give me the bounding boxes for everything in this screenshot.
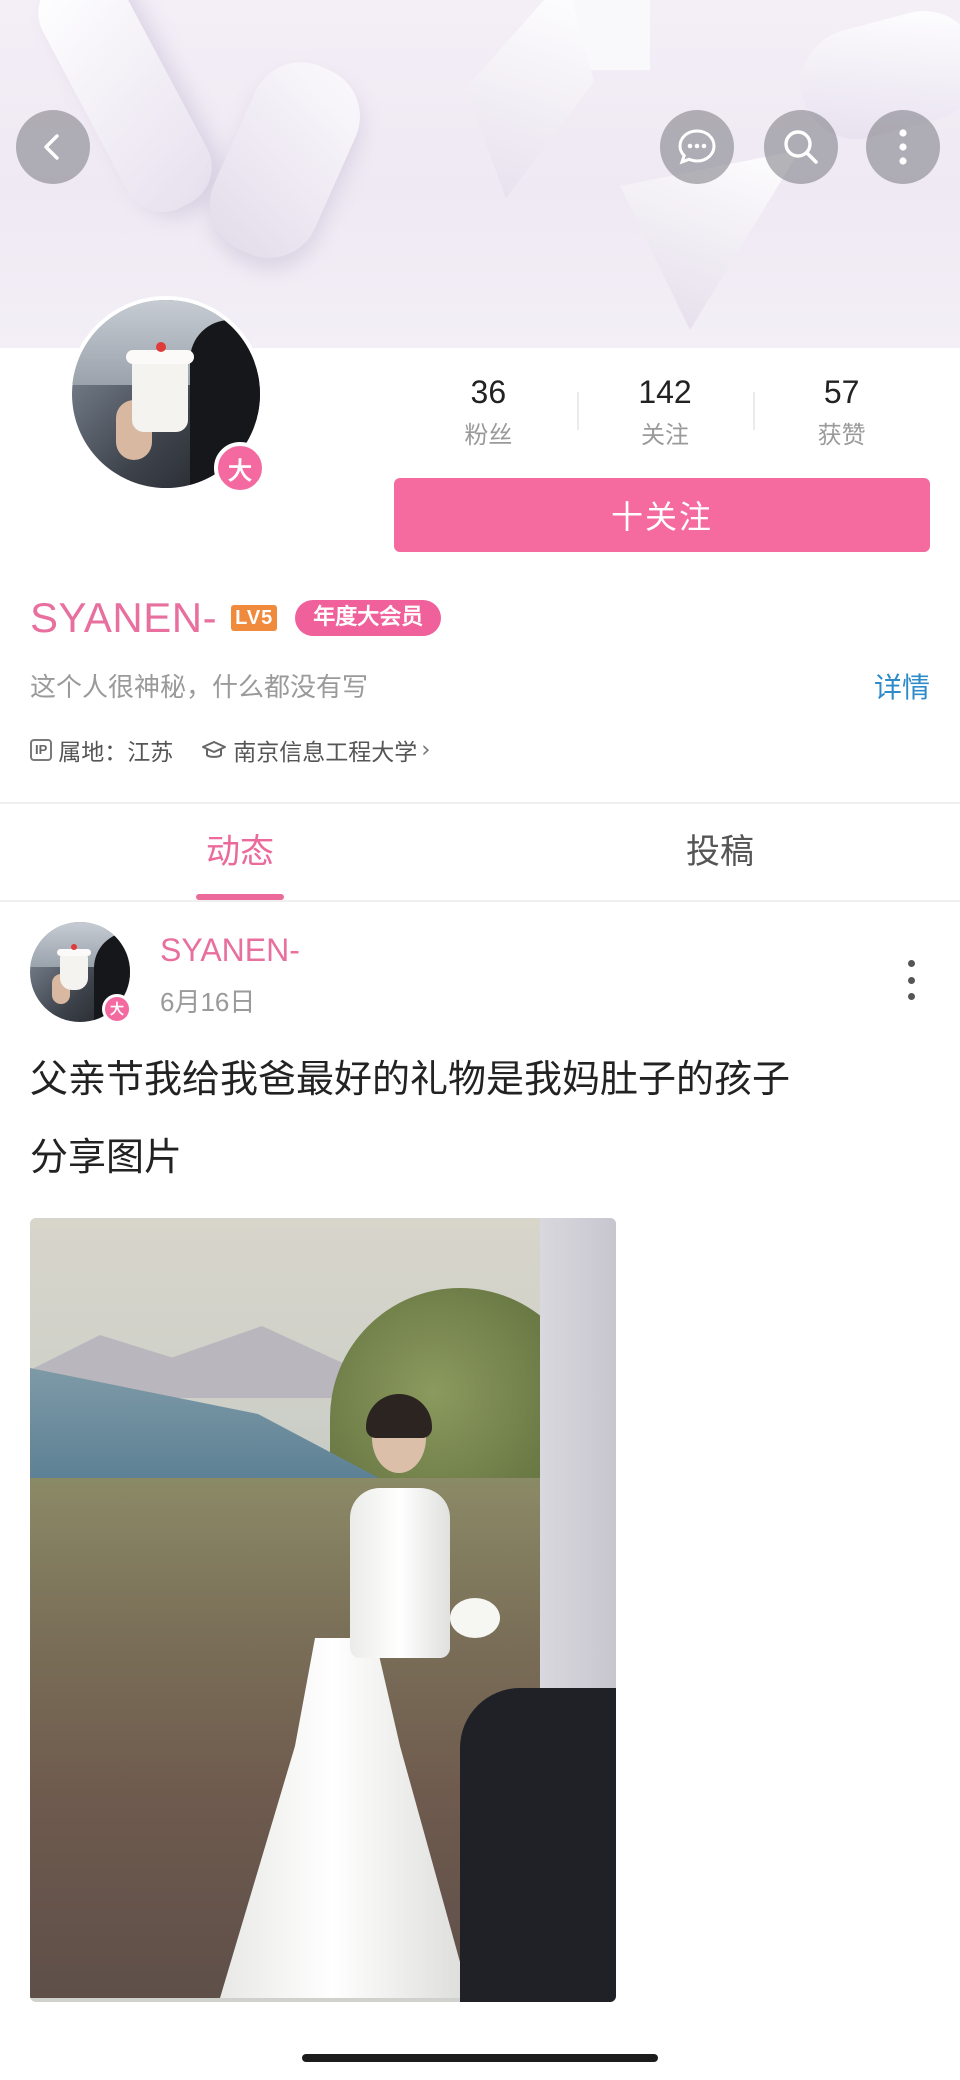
message-button[interactable] — [660, 110, 734, 184]
stat-value: 36 — [470, 374, 507, 410]
post-subtext: 分享图片 — [30, 1135, 183, 1179]
level-badge: LV5 — [231, 605, 278, 631]
post-more-button[interactable] — [896, 960, 926, 1000]
stat-label: 关注 — [641, 421, 689, 449]
graduation-cap-icon — [202, 741, 227, 758]
stat-label: 获赞 — [817, 421, 866, 449]
back-arrow-icon — [44, 134, 59, 160]
ip-location: 属地：江苏 — [58, 740, 174, 766]
profile-avatar[interactable]: 大 — [68, 296, 266, 494]
more-dot — [907, 960, 915, 967]
post-date: 6月16日 — [160, 987, 256, 1017]
follow-button[interactable]: 十关注 — [394, 478, 930, 552]
tab-label: 动态 — [206, 832, 274, 872]
chat-bubble-icon — [678, 129, 716, 165]
post-text: 父亲节我给我爸最好的礼物是我妈肚子的孩子 — [30, 1057, 791, 1101]
more-options-button[interactable] — [866, 110, 940, 184]
more-dot — [907, 993, 915, 1000]
stat-likes[interactable]: 57 获赞 — [753, 368, 930, 458]
tab-dynamics[interactable]: 动态 — [0, 804, 480, 900]
vip-avatar-badge: 大 — [214, 442, 266, 494]
stat-label: 粉丝 — [464, 421, 513, 449]
vip-badge[interactable]: 年度大会员 — [295, 600, 442, 636]
profile-info-row: IP 属地：江苏 南京信息工程大学 › — [30, 732, 431, 768]
detail-link[interactable]: 详情 — [874, 668, 930, 708]
stat-following[interactable]: 142 关注 — [576, 368, 754, 458]
bio-text: 这个人很神秘，什么都没有写 — [30, 673, 369, 703]
back-button[interactable] — [16, 110, 90, 184]
profile-stats: 36 粉丝 142 关注 57 获赞 — [400, 368, 930, 458]
stat-fans[interactable]: 36 粉丝 — [400, 368, 577, 458]
search-icon — [784, 130, 818, 164]
post-image[interactable] — [30, 1218, 616, 2002]
school-link[interactable]: 南京信息工程大学 — [233, 733, 417, 767]
post-author-avatar[interactable]: 大 — [30, 922, 132, 1024]
tab-submissions[interactable]: 投稿 — [480, 804, 960, 900]
username-row: SYANEN- LV5 年度大会员 — [30, 588, 442, 648]
more-vertical-icon — [899, 129, 907, 165]
tab-label: 投稿 — [686, 832, 754, 872]
search-button[interactable] — [764, 110, 838, 184]
ip-icon: IP — [30, 739, 53, 761]
stat-value: 57 — [823, 374, 860, 410]
banner-decoration — [194, 46, 376, 274]
more-dot — [907, 976, 915, 984]
profile-tabs: 动态 投稿 — [0, 804, 960, 900]
username: SYANEN- — [30, 594, 218, 641]
vip-avatar-badge: 大 — [102, 994, 132, 1024]
post-author-name[interactable]: SYANEN- — [160, 932, 300, 969]
stat-value: 142 — [638, 374, 692, 410]
home-indicator[interactable] — [302, 2054, 658, 2062]
divider — [0, 900, 960, 902]
chevron-right-icon: › — [421, 737, 431, 763]
